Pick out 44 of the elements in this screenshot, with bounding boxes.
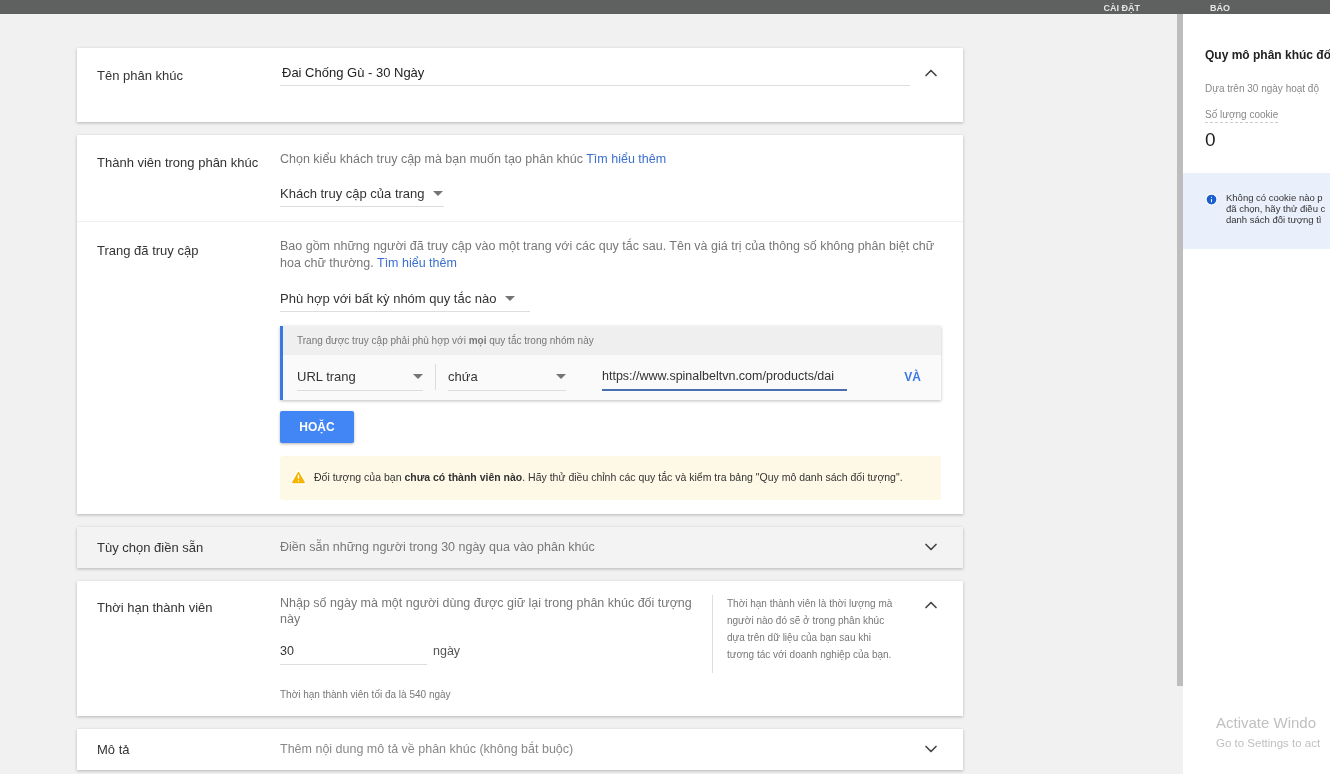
top-bar-item[interactable]: BÁO [1210, 3, 1230, 14]
match-dropdown[interactable]: Phù hợp với bất kỳ nhóm quy tắc nào [280, 285, 530, 312]
section-label: Thành viên trong phân khúc [97, 155, 259, 170]
section-label: Tên phân khúc [97, 68, 183, 83]
metric-value: 0 [1205, 128, 1217, 152]
activation-notice-subtitle: Go to Settings to act [1216, 735, 1322, 751]
prefill-description: Điền sẵn những người trong 30 ngày qua vào phân khúc [280, 538, 595, 556]
info-icon [1205, 192, 1218, 206]
activation-notice-title: Activate Windo [1216, 713, 1318, 734]
and-button[interactable]: VÀ [904, 368, 921, 387]
caret-icon [413, 374, 423, 380]
warning-icon [290, 469, 307, 487]
section-label: Thời hạn thành viên [97, 599, 213, 615]
duration-help-text: Thời hạn thành viên là thời lượng mà người nào đó sẽ ở trong phân khúc dựa trên dữ liệu của bạn sau khi tương tác với doanh nghiệp của bạn. [727, 596, 894, 662]
panel-subtitle: Dựa trên 30 ngày hoạt độ [1205, 82, 1320, 96]
duration-note: Thời hạn thành viên tối đa là 540 ngày [280, 687, 452, 702]
or-button[interactable]: HOẶC [280, 410, 354, 443]
rule-group-header: Trang được truy cập phải phù hợp với mọi quy tắc trong nhóm này [297, 333, 594, 348]
info-text: đã chọn, hãy thử điều c [1226, 202, 1326, 214]
caret-icon [504, 295, 515, 301]
segment-name-input[interactable]: Đai Chống Gù - 30 Ngày [280, 63, 910, 86]
metric-label: Số lượng cookie [1205, 107, 1279, 123]
field-dropdown[interactable]: URL trang [297, 363, 423, 392]
info-text: Không có cookie nào p [1226, 191, 1324, 203]
learn-more-link[interactable]: Tìm hiểu thêm [586, 152, 667, 166]
members-description: Chọn kiểu khách truy cập mà bạn muốn tạo phân khúc Tìm hiểu thêm [280, 151, 667, 168]
section-label: Trang đã truy cập [97, 242, 199, 258]
warning-text: Đối tượng của bạn chưa có thành viên nào. Hãy thử điều chỉnh các quy tắc và kiểm tra bảng "Quy mô danh sách đối tượng". [314, 469, 903, 485]
days-unit: ngày [433, 643, 461, 661]
duration-description: Nhập số ngày mà một người dùng được giữ lại trong phân khúc đối tượng này [280, 594, 693, 627]
top-bar-item[interactable]: CÀI ĐẶT [1103, 3, 1140, 14]
url-value-input[interactable]: https://www.spinalbeltvn.com/products/dai [602, 363, 847, 392]
info-text: danh sách đối tượng tì [1226, 213, 1323, 225]
days-input[interactable]: 30 [280, 638, 427, 665]
caret-icon [432, 190, 443, 196]
section-label: Tùy chọn điền sẵn [97, 540, 204, 556]
caret-icon [556, 374, 566, 380]
panel-title: Quy mô phân khúc đố [1205, 47, 1330, 64]
operator-dropdown[interactable]: chứa [448, 363, 566, 392]
description-placeholder[interactable]: Thêm nội dung mô tả về phân khúc (không bắt buộc) [280, 739, 574, 759]
visitor-type-dropdown[interactable]: Khách truy cập của trang [280, 180, 444, 207]
visited-pages-description: Bao gồm những người đã truy cập vào một trang với các quy tắc sau. Tên và giá trị của thông số không phân biệt chữ hoa chữ thường. Tìm hiểu thêm [280, 237, 936, 272]
section-label: Mô tả [97, 742, 130, 758]
learn-more-link[interactable]: Tìm hiểu thêm [377, 255, 457, 270]
